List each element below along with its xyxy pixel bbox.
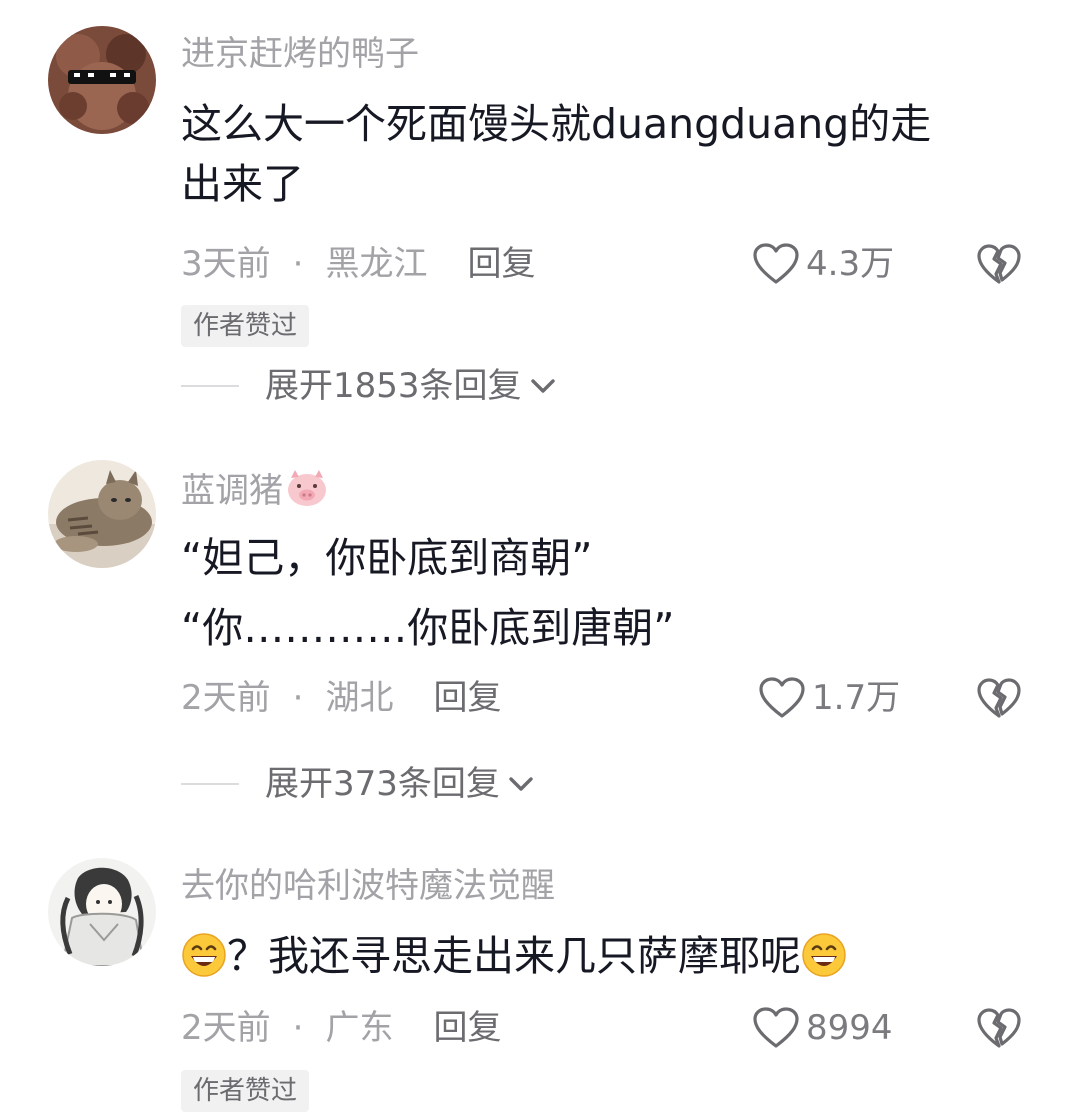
expand-replies-label: 展开373条回复 xyxy=(265,764,500,804)
chevron-down-icon xyxy=(509,777,533,791)
chevron-down-icon xyxy=(530,379,555,393)
username-text: 蓝调猪 xyxy=(181,471,283,511)
comment-text: 这么大一个死面馒头就duangduang的走 出来了 xyxy=(181,94,1021,214)
comment-time: 3天前 xyxy=(181,244,271,284)
comment-text-line: “妲己，你卧底到商朝” xyxy=(181,534,593,582)
comment-text-line: 出来了 xyxy=(181,160,304,208)
reply-button[interactable]: 回复 xyxy=(433,678,501,718)
comment-text-line: 这么大一个死面馒头就duangduang的走 xyxy=(181,100,932,148)
reply-button[interactable]: 回复 xyxy=(433,1008,501,1048)
comment-text-line: “你…………你卧底到唐朝” xyxy=(181,604,675,652)
username[interactable]: 蓝调猪 xyxy=(181,468,329,511)
comment-location: 湖北 xyxy=(325,678,394,718)
username[interactable]: 进京赶烤的鸭子 xyxy=(181,34,419,74)
expand-replies-button[interactable]: 展开373条回复 xyxy=(181,762,536,806)
author-liked-badge: 作者赞过 xyxy=(181,1070,310,1112)
comment-meta: 2天前 · 广东 回复 xyxy=(181,1006,501,1050)
avatar[interactable] xyxy=(48,858,156,966)
divider xyxy=(181,783,239,785)
broken-heart-icon[interactable] xyxy=(976,1006,1022,1050)
grin-emoji-icon xyxy=(802,933,846,977)
comment-time: 2天前 xyxy=(181,678,271,718)
heart-icon xyxy=(759,677,805,718)
like-count: 4.3万 xyxy=(806,244,895,284)
username[interactable]: 去你的哈利波特魔法觉醒 xyxy=(181,866,555,906)
meta-separator: · xyxy=(292,678,304,718)
heart-icon xyxy=(753,243,799,284)
pig-emoji-icon xyxy=(288,470,326,506)
expand-replies-label: 展开1853条回复 xyxy=(265,366,522,406)
comment-meta: 3天前 · 黑龙江 回复 xyxy=(181,242,535,286)
comment-text: “妲己，你卧底到商朝” “你…………你卧底到唐朝” xyxy=(181,528,1021,658)
grin-emoji-icon xyxy=(182,933,226,977)
broken-heart-icon[interactable] xyxy=(976,676,1022,720)
like-button[interactable]: 8994 xyxy=(752,1006,893,1050)
broken-heart-icon[interactable] xyxy=(976,242,1022,286)
meta-separator: · xyxy=(292,244,304,284)
avatar[interactable] xyxy=(48,460,156,568)
like-button[interactable]: 1.7万 xyxy=(758,676,900,720)
comment-text-main: ？我还寻思走出来几只萨摩耶呢 xyxy=(227,932,801,980)
meta-separator: · xyxy=(292,1008,304,1048)
comment-time: 2天前 xyxy=(181,1008,271,1048)
heart-icon xyxy=(753,1007,799,1048)
comment-meta: 2天前 · 湖北 回复 xyxy=(181,676,501,720)
divider xyxy=(181,385,239,387)
avatar[interactable] xyxy=(48,26,156,134)
reply-button[interactable]: 回复 xyxy=(467,244,535,284)
expand-replies-button[interactable]: 展开1853条回复 xyxy=(181,364,558,408)
like-button[interactable]: 4.3万 xyxy=(752,242,894,286)
like-count: 1.7万 xyxy=(812,678,901,718)
comment-text: ？我还寻思走出来几只萨摩耶呢 xyxy=(181,926,1021,986)
comment-location: 广东 xyxy=(325,1008,394,1048)
author-liked-badge: 作者赞过 xyxy=(181,305,310,347)
comment-location: 黑龙江 xyxy=(325,244,428,284)
like-count: 8994 xyxy=(806,1008,893,1048)
